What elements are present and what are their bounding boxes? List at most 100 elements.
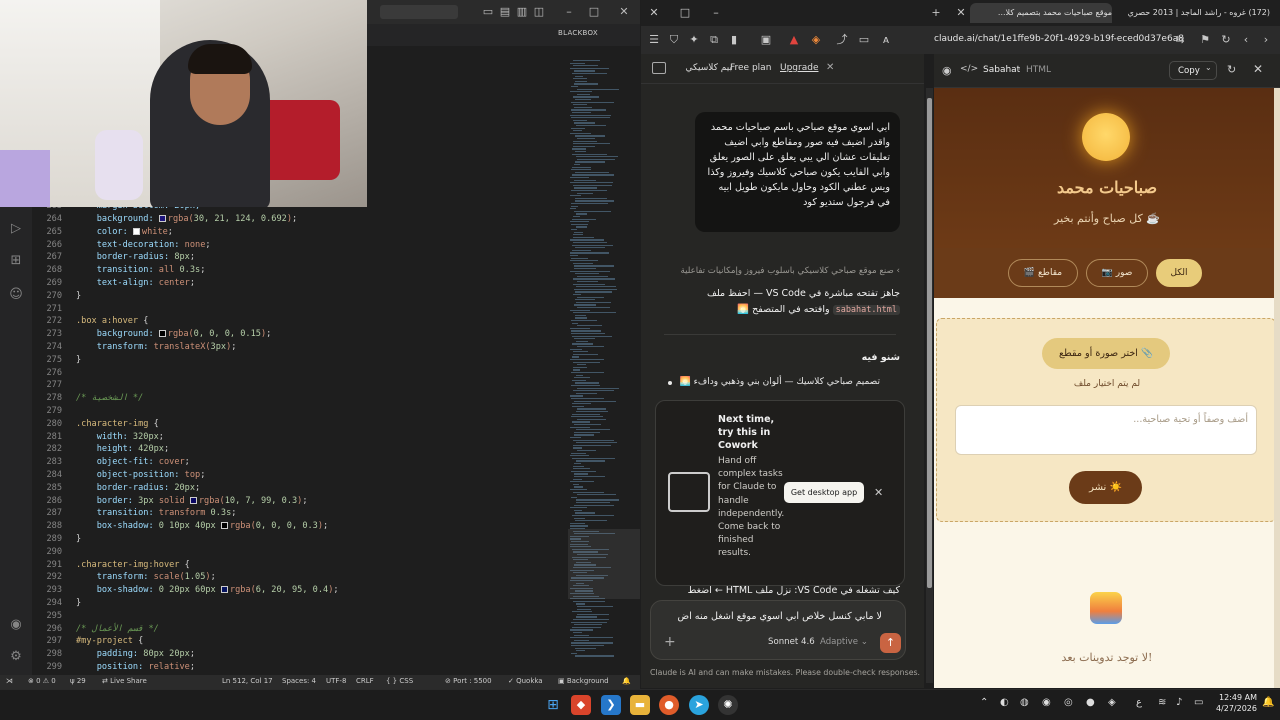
share-icon[interactable]: ⤴ — [834, 32, 850, 48]
notification-bell-icon[interactable]: 🔔 — [1262, 697, 1274, 708]
close-icon[interactable]: ✕ — [1253, 62, 1263, 76]
minimap-viewport[interactable] — [568, 529, 640, 599]
chat-title[interactable]: بيم كلاسيكي — [672, 63, 732, 73]
maximize-icon[interactable]: □ — [677, 5, 693, 21]
ports-status[interactable]: ψ 29 — [70, 677, 86, 685]
app-icon[interactable]: ● — [659, 695, 679, 715]
code-view-icon[interactable]: </> — [960, 64, 978, 74]
menu-icon[interactable]: ☰ — [646, 32, 662, 48]
vscode-icon[interactable]: ❯ — [601, 695, 621, 715]
address-bar[interactable]: claude.ai/chat/1e1ffe9b-20f1-4929-b19f-e… — [934, 34, 1184, 44]
upgrade-link[interactable]: Upgrade — [780, 63, 818, 73]
file-explorer-icon[interactable]: ▬ — [630, 695, 650, 715]
vpn-icon[interactable]: ▲ — [786, 32, 802, 48]
code-line[interactable]: 296 /* قسم الأعمال */ — [32, 623, 568, 636]
code-line[interactable]: 276 — [32, 367, 568, 380]
customize-layout-icon[interactable]: ◫ — [531, 4, 547, 20]
color-swatch[interactable] — [158, 330, 166, 338]
sidebar-icon[interactable]: ▮ — [726, 32, 742, 48]
code-line[interactable]: 284 object-position: top; — [32, 469, 568, 482]
color-swatch[interactable] — [158, 215, 166, 222]
code-line[interactable]: 289} — [32, 533, 568, 546]
model-selector[interactable]: Sonnet 4.6 — [768, 637, 815, 647]
language-status[interactable]: { } CSS — [386, 677, 413, 685]
indentation-status[interactable]: Spaces: 4 — [282, 677, 316, 685]
blackbox-label[interactable]: BLACKBOX — [558, 29, 598, 37]
code-line[interactable]: 269 text-align: center; — [32, 277, 568, 290]
reader-icon[interactable]: ▣ — [758, 32, 774, 48]
thinking-summary[interactable]: › صنع موقع صباحي كلاسيكي بأسلوب فيروز وإ… — [664, 266, 900, 276]
tray-app-icon[interactable]: ◍ — [1020, 697, 1029, 708]
code-line[interactable]: 290 — [32, 546, 568, 559]
color-swatch[interactable] — [220, 522, 228, 530]
code-line[interactable]: 295 — [32, 610, 568, 623]
tab-youtube[interactable]: (172) غروه - راشد الماجد | 2013 حصري — [1120, 3, 1270, 23]
back-icon[interactable]: ‹ — [1238, 32, 1254, 48]
tray-app-icon[interactable]: ◉ — [1042, 697, 1051, 708]
tray-app-icon[interactable]: ● — [1086, 697, 1095, 708]
code-line[interactable]: 279 — [32, 405, 568, 418]
code-line[interactable]: 278 /* الشخصية */ — [32, 392, 568, 405]
manage-gear-icon[interactable]: ⚙ — [8, 649, 24, 665]
code-line[interactable]: 267 border-radius: 8px; — [32, 251, 568, 264]
code-line[interactable]: 297 #my-project { — [32, 635, 568, 648]
live-share-status[interactable]: ⇄ Live Share — [102, 677, 147, 685]
tray-expand-icon[interactable]: ⌃ — [980, 697, 988, 708]
code-line[interactable]: 299 position: relative; — [32, 661, 568, 674]
tray-app-icon[interactable]: ◐ — [1000, 697, 1009, 708]
code-line[interactable]: 265 color: white; — [32, 226, 568, 239]
color-swatch[interactable] — [189, 496, 197, 504]
close-tab-icon[interactable]: ✕ — [953, 5, 969, 21]
caption-textarea[interactable] — [955, 405, 1257, 455]
code-line[interactable]: 293 box-shadow: 0 20px 60px rgba(6, 20, … — [32, 584, 568, 597]
code-line[interactable]: 283 object-fit: cover; — [32, 456, 568, 469]
close-icon[interactable]: ✕ — [874, 486, 883, 499]
add-attachment-icon[interactable]: + — [664, 634, 676, 650]
close-window-icon[interactable]: ✕ — [646, 5, 662, 21]
copilot-icon[interactable]: ☺ — [8, 287, 24, 303]
telegram-icon[interactable]: ➤ — [689, 695, 709, 715]
reload-icon[interactable]: ↻ — [1218, 32, 1234, 48]
cursor-position[interactable]: Ln 512, Col 17 — [222, 677, 273, 685]
code-editor[interactable]: 263 margin-bottom: 20px;264 background: … — [32, 207, 568, 675]
volume-icon[interactable]: ♪ — [1176, 697, 1182, 708]
chatgpt-icon[interactable]: ✺ — [718, 695, 738, 715]
new-tab-icon[interactable]: + — [928, 5, 944, 21]
brave-icon[interactable]: ◆ — [571, 695, 591, 715]
background-status[interactable]: ▣ Background — [558, 677, 609, 685]
accounts-icon[interactable]: ◉ — [8, 617, 24, 633]
problems-status[interactable]: ⊗ 0 ⚠ 0 — [28, 677, 56, 685]
extensions-icon[interactable]: ⊞ — [8, 253, 24, 269]
code-line[interactable]: 277 — [32, 379, 568, 392]
code-line[interactable]: 288 box-shadow: 0 10px 40px rgba(0, 0, 0… — [32, 520, 568, 533]
start-icon[interactable]: ⊞ — [543, 695, 563, 715]
code-line[interactable]: 273 background: rgba(0, 0, 0, 0.15); — [32, 328, 568, 341]
brave-rewards-icon[interactable]: ◈ — [808, 32, 824, 48]
minimize-icon[interactable]: – — [708, 5, 724, 21]
code-line[interactable]: 274 transform: translateX(3px); — [32, 341, 568, 354]
code-line[interactable]: 287 transition: transform 0.3s; — [32, 507, 568, 520]
clock-date[interactable]: 4/27/2026 — [1213, 704, 1257, 713]
wifi-icon[interactable]: ≋ — [1158, 697, 1166, 708]
eol-status[interactable]: CRLF — [356, 677, 374, 685]
code-line[interactable]: 275} — [32, 354, 568, 367]
forward-icon[interactable]: › — [1258, 32, 1274, 48]
shield-icon[interactable]: ⛉ — [666, 32, 682, 48]
panel-toggle-icon[interactable]: ▤ — [497, 4, 513, 20]
tab-claude-chat[interactable]: موقع صباحيات محمد بتصميم كلا... — [970, 3, 1112, 23]
message-composer[interactable] — [650, 600, 906, 660]
translate-icon[interactable]: ᴀ — [878, 32, 894, 48]
extensions-icon[interactable]: ✦ — [686, 32, 702, 48]
code-line[interactable]: 264 background: rgba(30, 21, 124, 0.692)… — [32, 213, 568, 226]
code-line[interactable]: 298 padding: 80px 20px; — [32, 648, 568, 661]
choose-file-button[interactable]: اختر صورة أو مقطع 📎 — [1042, 338, 1170, 369]
code-line[interactable]: 285 border-radius: 20px; — [32, 482, 568, 495]
code-line[interactable]: 286 border: 3px solid rgba(10, 7, 99, 0.… — [32, 495, 568, 508]
filter-all-button[interactable]: الكل — [1156, 259, 1202, 287]
color-swatch[interactable] — [132, 227, 140, 235]
cast-icon[interactable]: ▭ — [856, 32, 872, 48]
filter-photos-button[interactable]: 📷 صور — [1086, 259, 1148, 287]
tabs-icon[interactable]: ⧉ — [706, 32, 722, 48]
close-window-icon[interactable]: ✕ — [616, 4, 632, 20]
preview-eye-icon[interactable]: ◉ — [942, 64, 952, 77]
